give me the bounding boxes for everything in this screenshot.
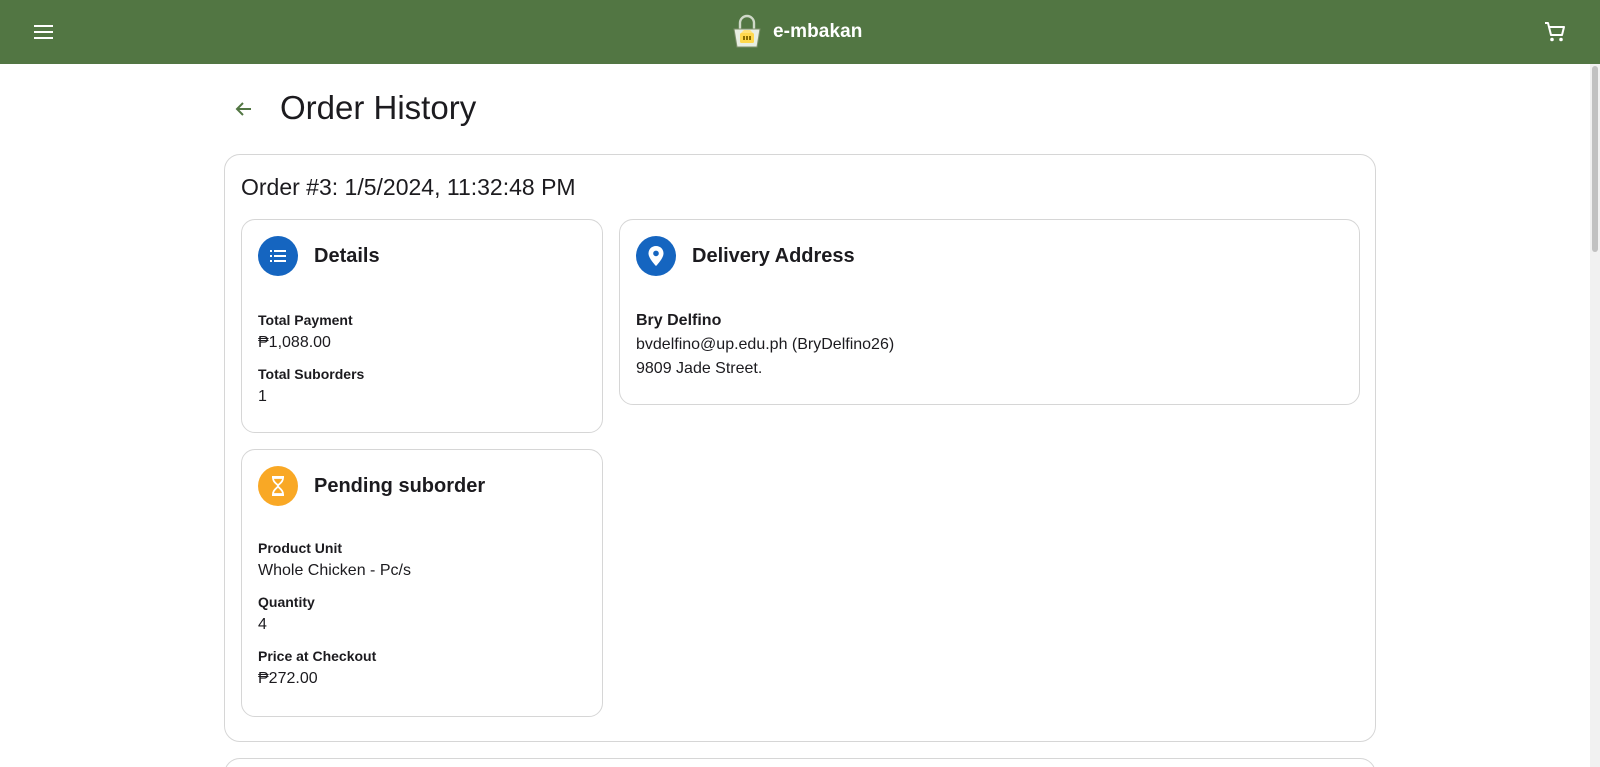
- details-title: Details: [314, 244, 380, 267]
- delivery-address-card: Delivery Address Bry Delfino bvdelfino@u…: [619, 219, 1360, 405]
- basket-logo-icon: [733, 14, 761, 48]
- suborder-title: Pending suborder: [314, 474, 486, 497]
- suborder-header: Pending suborder: [258, 466, 485, 506]
- total-payment-value: ₱1,088.00: [258, 334, 331, 351]
- details-card: Details Total Payment ₱1,088.00 Total Su…: [241, 219, 603, 433]
- total-payment-label: Total Payment: [258, 312, 353, 328]
- app-bar: e-mbakan: [0, 0, 1600, 64]
- arrow-back-icon: [235, 102, 251, 116]
- cart-button[interactable]: [1540, 17, 1570, 47]
- page-title: Order History: [280, 89, 477, 126]
- delivery-title: Delivery Address: [692, 244, 855, 267]
- total-suborders-label: Total Suborders: [258, 366, 365, 382]
- pending-suborder-card: Pending suborder Product Unit Whole Chic…: [241, 449, 603, 717]
- recipient-name: Bry Delfino: [636, 312, 722, 329]
- delivery-header: Delivery Address: [636, 236, 855, 276]
- scrollbar-thumb[interactable]: [1592, 66, 1598, 252]
- recipient-street: 9809 Jade Street.: [636, 360, 763, 377]
- location-pin-icon: [636, 236, 676, 276]
- back-button[interactable]: [228, 93, 260, 125]
- shopping-cart-icon: [1545, 22, 1565, 42]
- quantity-value: 4: [258, 616, 267, 633]
- menu-button[interactable]: [28, 19, 60, 45]
- product-unit-value: Whole Chicken - Pc/s: [258, 562, 411, 579]
- hourglass-icon: [258, 466, 298, 506]
- price-label: Price at Checkout: [258, 648, 377, 664]
- list-icon: [258, 236, 298, 276]
- recipient-contact: bvdelfino@up.edu.ph (BryDelfino26): [636, 336, 895, 353]
- product-unit-label: Product Unit: [258, 540, 342, 556]
- page-scrollbar[interactable]: [1590, 64, 1600, 767]
- brand-name: e-mbakan: [773, 21, 863, 42]
- total-suborders-value: 1: [258, 388, 267, 405]
- brand[interactable]: e-mbakan: [731, 14, 863, 50]
- next-order-card: [224, 758, 1376, 767]
- price-value: ₱272.00: [258, 670, 318, 687]
- menu-icon: [34, 25, 53, 39]
- quantity-label: Quantity: [258, 594, 315, 610]
- details-header: Details: [258, 236, 380, 276]
- order-title: Order #3: 1/5/2024, 11:32:48 PM: [241, 174, 576, 200]
